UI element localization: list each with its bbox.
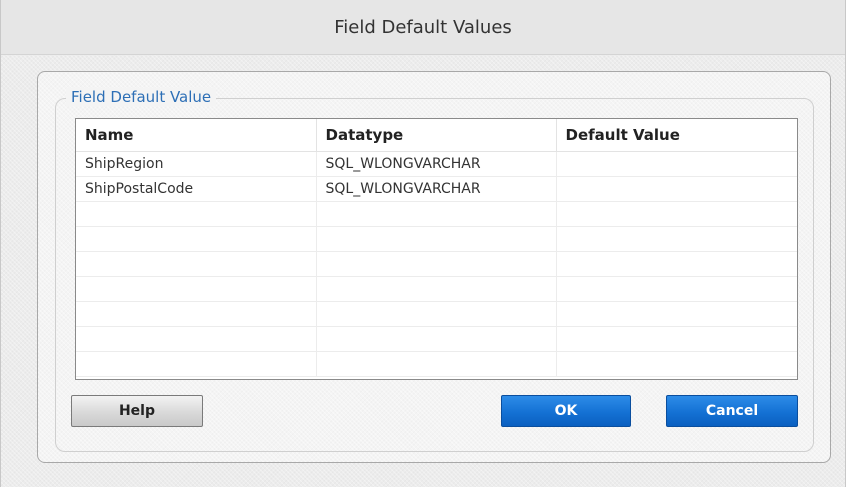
table-row[interactable] — [76, 326, 797, 352]
cell-default-value[interactable] — [556, 301, 797, 327]
cell-name[interactable]: ShipPostalCode — [76, 176, 317, 202]
group-legend: Field Default Value — [66, 88, 217, 106]
cell-datatype[interactable]: SQL_WLONGVARCHAR — [316, 151, 557, 177]
cell-name[interactable] — [76, 351, 317, 377]
cell-default-value[interactable] — [556, 276, 797, 302]
table-row[interactable]: ShipPostalCode SQL_WLONGVARCHAR — [76, 176, 797, 202]
cancel-button[interactable]: Cancel — [666, 395, 798, 427]
cell-name[interactable] — [76, 276, 317, 302]
cell-datatype[interactable] — [316, 326, 557, 352]
table-row[interactable] — [76, 351, 797, 377]
ok-button[interactable]: OK — [501, 395, 631, 427]
column-header-datatype[interactable]: Datatype — [316, 119, 557, 152]
cell-datatype[interactable] — [316, 351, 557, 377]
table-row[interactable] — [76, 201, 797, 227]
table-row[interactable] — [76, 301, 797, 327]
cell-name[interactable] — [76, 326, 317, 352]
table-row[interactable]: ShipRegion SQL_WLONGVARCHAR — [76, 151, 797, 177]
window-title: Field Default Values — [334, 17, 512, 38]
field-default-values-grid[interactable]: Name Datatype Default Value ShipRegion S… — [75, 118, 798, 380]
cell-datatype[interactable] — [316, 301, 557, 327]
column-header-default-value[interactable]: Default Value — [556, 119, 797, 152]
cell-default-value[interactable] — [556, 151, 797, 177]
column-header-name[interactable]: Name — [76, 119, 317, 152]
table-row[interactable] — [76, 226, 797, 252]
cell-name[interactable] — [76, 201, 317, 227]
table-row[interactable] — [76, 276, 797, 302]
cell-datatype[interactable]: SQL_WLONGVARCHAR — [316, 176, 557, 202]
cell-default-value[interactable] — [556, 351, 797, 377]
table-header-row: Name Datatype Default Value — [76, 119, 797, 152]
cell-datatype[interactable] — [316, 226, 557, 252]
title-bar[interactable]: Field Default Values — [1, 0, 845, 55]
cell-name[interactable] — [76, 226, 317, 252]
cell-name[interactable] — [76, 251, 317, 277]
cell-default-value[interactable] — [556, 251, 797, 277]
cell-default-value[interactable] — [556, 201, 797, 227]
cell-datatype[interactable] — [316, 276, 557, 302]
dialog-window: Field Default Values Field Default Value… — [0, 0, 846, 487]
cell-name[interactable]: ShipRegion — [76, 151, 317, 177]
cell-default-value[interactable] — [556, 226, 797, 252]
help-button[interactable]: Help — [71, 395, 203, 427]
dialog-panel: Field Default Value Name Datatype Defaul… — [37, 71, 831, 463]
cell-datatype[interactable] — [316, 201, 557, 227]
cell-name[interactable] — [76, 301, 317, 327]
cell-datatype[interactable] — [316, 251, 557, 277]
cell-default-value[interactable] — [556, 176, 797, 202]
table-row[interactable] — [76, 251, 797, 277]
cell-default-value[interactable] — [556, 326, 797, 352]
field-table: Name Datatype Default Value ShipRegion S… — [76, 119, 797, 377]
